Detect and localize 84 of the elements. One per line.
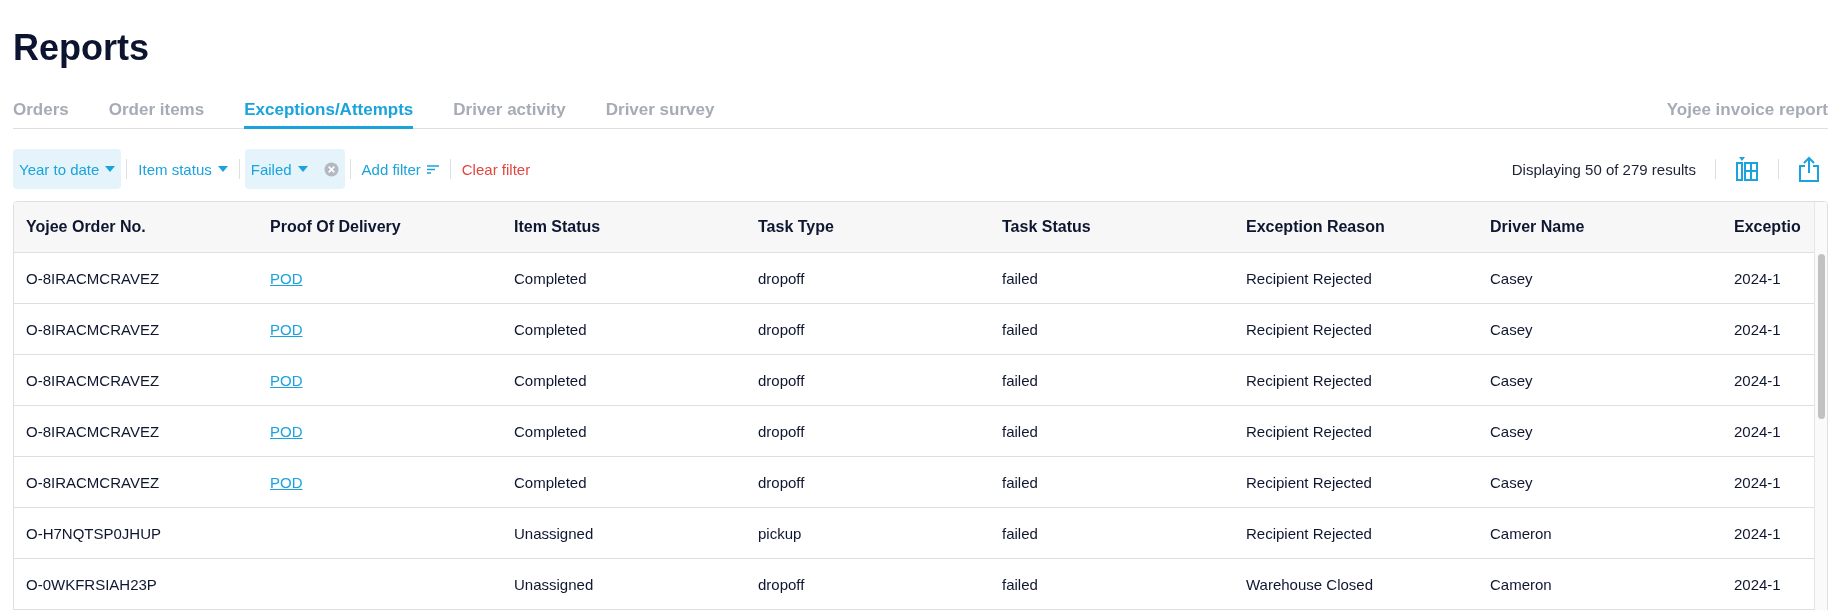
column-header: Driver Name xyxy=(1489,218,1586,236)
table-cell-text: 2024-1 xyxy=(1733,269,1782,287)
table-cell-text: O-8IRACMCRAVEZ xyxy=(25,320,161,338)
table-cell-text: 2024-1 xyxy=(1733,422,1782,440)
column-header: Exceptio xyxy=(1733,218,1802,236)
table-cell-text: Casey xyxy=(1489,320,1534,338)
column-header: Proof Of Delivery xyxy=(269,218,402,236)
table-cell-text: 2024-1 xyxy=(1733,371,1782,389)
table-cell-text: Cameron xyxy=(1489,524,1553,542)
table-cell-text: 2024-1 xyxy=(1733,473,1782,491)
table-cell-text: failed xyxy=(1001,524,1039,542)
table-cell-text: O-8IRACMCRAVEZ xyxy=(25,422,161,440)
table-cell-text: Recipient Rejected xyxy=(1245,320,1373,338)
table-cell-text: dropoff xyxy=(757,320,806,338)
table-cell-text: Casey xyxy=(1489,422,1534,440)
table-cell-text: Recipient Rejected xyxy=(1245,422,1373,440)
table-cell-text: failed xyxy=(1001,269,1039,287)
clear-filter-button[interactable]: Clear filter xyxy=(455,149,537,189)
table-cell-text: dropoff xyxy=(757,371,806,389)
table-cell-text: O-H7NQTSP0JHUP xyxy=(25,524,163,542)
table-cell-text: dropoff xyxy=(757,422,806,440)
table-cell-text: 2024-1 xyxy=(1733,575,1782,593)
table-cell-text: dropoff xyxy=(757,575,806,593)
table-cell-text: Completed xyxy=(513,473,588,491)
table-cell-text: Completed xyxy=(513,320,588,338)
tab[interactable]: Orders xyxy=(13,100,69,129)
filter-dropdown[interactable]: Failed xyxy=(244,149,345,189)
table-cell-text: O-0WKFRSIAH23P xyxy=(25,575,158,593)
table-cell-text: failed xyxy=(1001,422,1039,440)
tab[interactable]: Yojee invoice report xyxy=(1666,100,1828,129)
pod-link[interactable]: POD xyxy=(270,269,303,287)
add-filter-button[interactable]: Add filter xyxy=(355,149,445,189)
table-cell-text: Unassigned xyxy=(513,524,595,542)
table-cell-text: 2024-1 xyxy=(1733,320,1782,338)
caret-icon xyxy=(105,166,116,172)
table-cell-text: Completed xyxy=(513,371,588,389)
caret-icon xyxy=(297,166,308,172)
table-cell-text: dropoff xyxy=(757,473,806,491)
table-cell-text: pickup xyxy=(757,524,803,542)
table-cell-text: dropoff xyxy=(757,269,806,287)
tab[interactable]: Exceptions/Attempts xyxy=(244,100,414,129)
table-cell-text: Completed xyxy=(513,422,588,440)
table-cell-text: Unassigned xyxy=(513,575,595,593)
column-header: Task Status xyxy=(1001,218,1092,236)
clear-icon[interactable] xyxy=(323,161,339,177)
result-count: Displaying 50 of 279 results xyxy=(1511,160,1696,178)
table-cell-text: 2024-1 xyxy=(1733,524,1782,542)
pod-link[interactable]: POD xyxy=(270,320,303,338)
table-cell-text: failed xyxy=(1001,371,1039,389)
tab[interactable]: Driver survey xyxy=(605,100,715,129)
columns-icon[interactable] xyxy=(1735,157,1759,181)
share-icon[interactable] xyxy=(1798,156,1820,182)
table-cell-text: failed xyxy=(1001,575,1039,593)
scrollbar-thumb[interactable] xyxy=(1817,254,1825,419)
filter-lines-icon xyxy=(426,164,439,174)
tab[interactable]: Order items xyxy=(108,100,205,129)
table-cell-text: Recipient Rejected xyxy=(1245,473,1373,491)
scrollbar-track[interactable] xyxy=(1814,202,1827,610)
caret-icon xyxy=(217,166,228,172)
column-header: Exception Reason xyxy=(1245,218,1386,236)
table-cell-text: Recipient Rejected xyxy=(1245,269,1373,287)
pod-link[interactable]: POD xyxy=(270,371,303,389)
table-cell-text: Casey xyxy=(1489,269,1534,287)
table-cell-text: Recipient Rejected xyxy=(1245,371,1373,389)
table-cell-text: Warehouse Closed xyxy=(1245,575,1374,593)
filter-dropdown[interactable]: Year to date xyxy=(13,149,122,189)
tab[interactable]: Driver activity xyxy=(453,100,566,129)
column-header: Item Status xyxy=(513,218,602,236)
page-title: Reports xyxy=(13,26,151,70)
pod-link[interactable]: POD xyxy=(270,473,303,491)
table-cell-text: Cameron xyxy=(1489,575,1553,593)
filter-dropdown[interactable]: Item status xyxy=(132,149,234,189)
table-cell-text: Completed xyxy=(513,269,588,287)
table-cell-text: Casey xyxy=(1489,473,1534,491)
column-header: Task Type xyxy=(757,218,835,236)
table-cell-text: failed xyxy=(1001,320,1039,338)
table-cell-text: O-8IRACMCRAVEZ xyxy=(25,371,161,389)
table-cell-text: O-8IRACMCRAVEZ xyxy=(25,269,161,287)
column-header: Yojee Order No. xyxy=(25,218,147,236)
table-cell-text: Recipient Rejected xyxy=(1245,524,1373,542)
table-cell-text: failed xyxy=(1001,473,1039,491)
table-cell-text: Casey xyxy=(1489,371,1534,389)
table-cell-text: O-8IRACMCRAVEZ xyxy=(25,473,161,491)
pod-link[interactable]: POD xyxy=(270,422,303,440)
